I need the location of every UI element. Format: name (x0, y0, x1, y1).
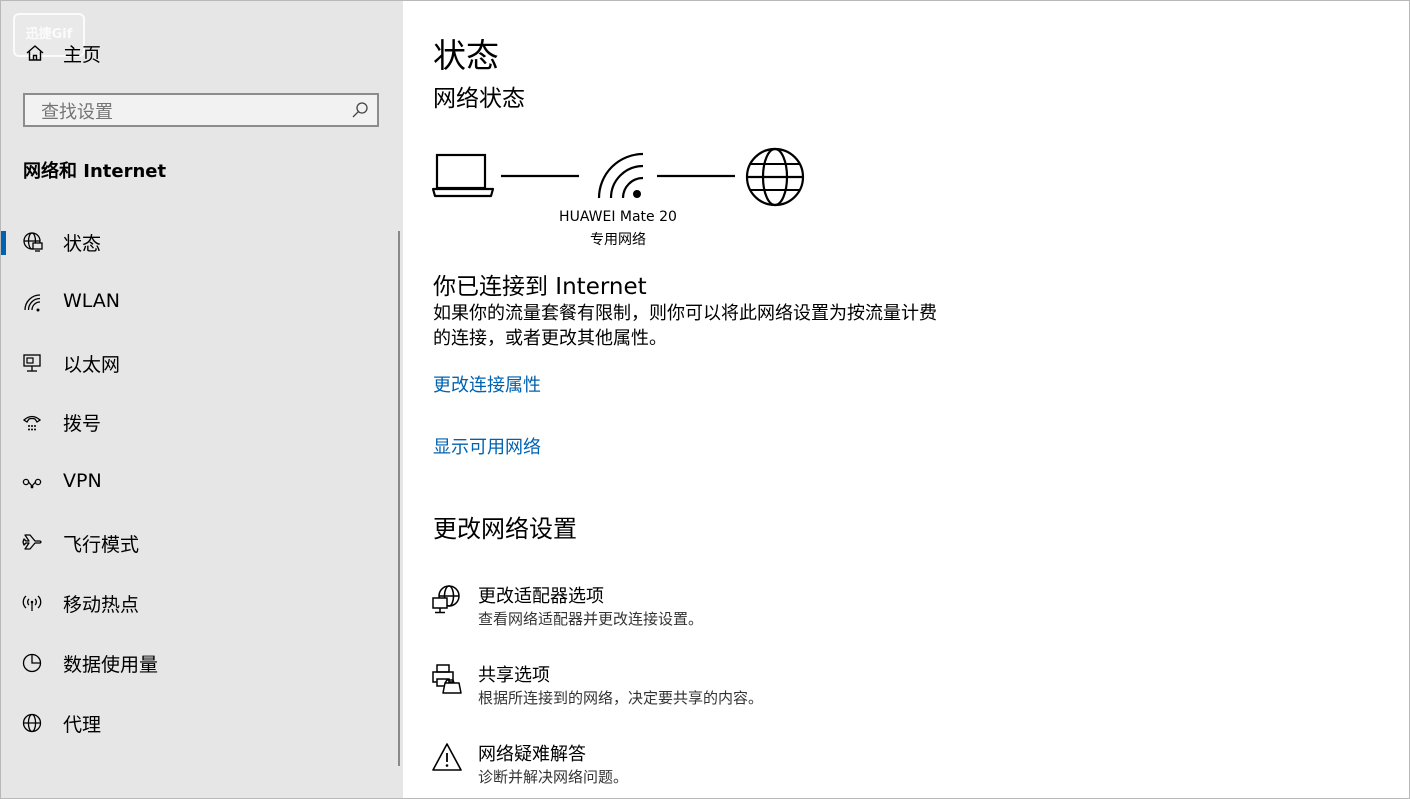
wifi-icon (24, 294, 41, 312)
connected-description: 如果你的流量套餐有限制，则你可以将此网络设置为按流量计费的连接，或者更改其他属性… (433, 303, 937, 349)
laptop-icon (431, 153, 495, 198)
sidebar-item-status[interactable]: 状态 (1, 217, 399, 267)
option-title: 网络疑难解答 (478, 744, 586, 765)
search-icon[interactable] (351, 101, 369, 119)
sidebar-item-label: 拨号 (63, 413, 102, 435)
search-box (23, 93, 379, 127)
sidebar-item-label: 状态 (63, 233, 102, 255)
option-troubleshoot[interactable]: 网络疑难解答 诊断并解决网络问题。 (431, 742, 1031, 792)
ethernet-icon (23, 354, 41, 372)
sidebar-item-proxy[interactable]: 代理 (1, 698, 399, 748)
show-available-networks-link[interactable]: 显示可用网络 (433, 433, 541, 459)
sidebar-item-label: VPN (63, 470, 102, 492)
vpn-icon (22, 478, 42, 489)
adapter-icon (432, 585, 460, 614)
sidebar: 迅捷Gif 主页 网络和 Internet (1, 1, 403, 798)
option-title: 更改适配器选项 (478, 586, 604, 607)
home-icon (26, 45, 44, 61)
sharing-icon (432, 664, 462, 694)
option-subtitle: 诊断并解决网络问题。 (478, 768, 629, 786)
change-network-settings-heading: 更改网络设置 (433, 515, 577, 543)
wifi-signal-icon (597, 152, 644, 199)
home-label: 主页 (63, 43, 102, 66)
warning-icon (432, 743, 462, 771)
internet-globe-icon (745, 147, 805, 207)
proxy-globe-icon (22, 713, 42, 733)
sidebar-item-vpn[interactable]: VPN (1, 458, 399, 508)
hotspot-icon (22, 595, 42, 611)
sidebar-item-label: WLAN (63, 290, 121, 312)
option-subtitle: 查看网络适配器并更改连接设置。 (478, 610, 704, 628)
settings-window: 迅捷Gif 主页 网络和 Internet (0, 0, 1410, 799)
network-status-heading: 网络状态 (433, 86, 525, 112)
sidebar-item-label: 代理 (63, 714, 102, 736)
sidebar-item-label: 飞行模式 (63, 534, 140, 556)
search-input[interactable] (39, 98, 343, 126)
sidebar-item-wlan[interactable]: WLAN (1, 278, 399, 328)
sidebar-item-airplane[interactable]: 飞行模式 (1, 518, 399, 568)
globe-status-icon (23, 232, 43, 252)
sidebar-item-ethernet[interactable]: 以太网 (1, 338, 399, 388)
dialup-icon (22, 415, 42, 431)
sidebar-item-hotspot[interactable]: 移动热点 (1, 578, 399, 628)
sidebar-item-dialup[interactable]: 拨号 (1, 397, 399, 447)
option-subtitle: 根据所连接到的网络，决定要共享的内容。 (478, 689, 764, 707)
connected-heading: 你已连接到 Internet (433, 274, 647, 300)
change-connection-properties-link[interactable]: 更改连接属性 (433, 371, 541, 397)
data-usage-icon (22, 653, 42, 673)
sidebar-item-label: 数据使用量 (63, 654, 159, 676)
network-type: 专用网络 (590, 232, 646, 248)
option-adapter[interactable]: 更改适配器选项 查看网络适配器并更改连接设置。 (431, 584, 1031, 634)
sidebar-item-label: 移动热点 (63, 594, 140, 616)
sidebar-item-label: 以太网 (63, 354, 121, 376)
section-title: 网络和 Internet (23, 161, 167, 182)
sidebar-scrollbar[interactable] (398, 231, 400, 766)
sidebar-item-data-usage[interactable]: 数据使用量 (1, 638, 399, 688)
option-sharing[interactable]: 共享选项 根据所连接到的网络，决定要共享的内容。 (431, 663, 1031, 713)
network-name: HUAWEI Mate 20 (559, 209, 677, 225)
page-title: 状态 (433, 36, 499, 75)
main-content: 状态 网络状态 HUAWEI Mate 20 专用网络 你已连接到 Intern… (403, 1, 1409, 798)
airplane-icon (22, 534, 42, 550)
option-title: 共享选项 (478, 665, 550, 686)
